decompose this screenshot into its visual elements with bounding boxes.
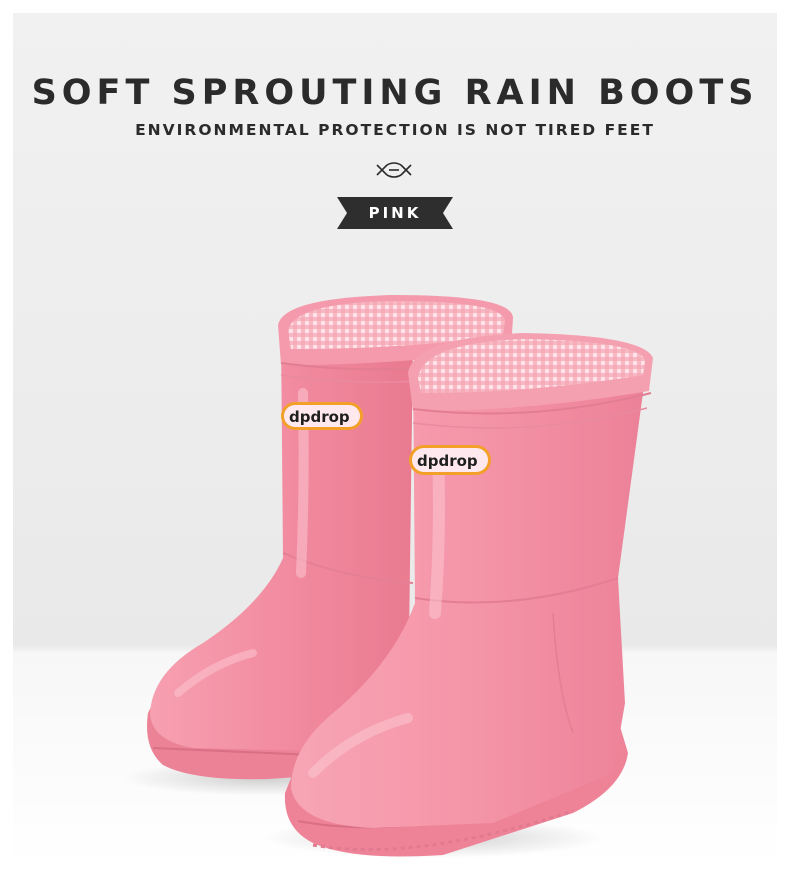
brand-logo-left: dpdrop: [281, 402, 363, 430]
svg-text:dpdrop: dpdrop: [289, 408, 350, 426]
brand-logo-right: dpdrop: [409, 445, 491, 475]
svg-text:dpdrop: dpdrop: [417, 452, 478, 470]
product-banner: SOFT SPROUTING RAIN BOOTS ENVIRONMENTAL …: [13, 13, 777, 867]
rain-boots-image: dpdrop dpdrop: [123, 295, 653, 858]
